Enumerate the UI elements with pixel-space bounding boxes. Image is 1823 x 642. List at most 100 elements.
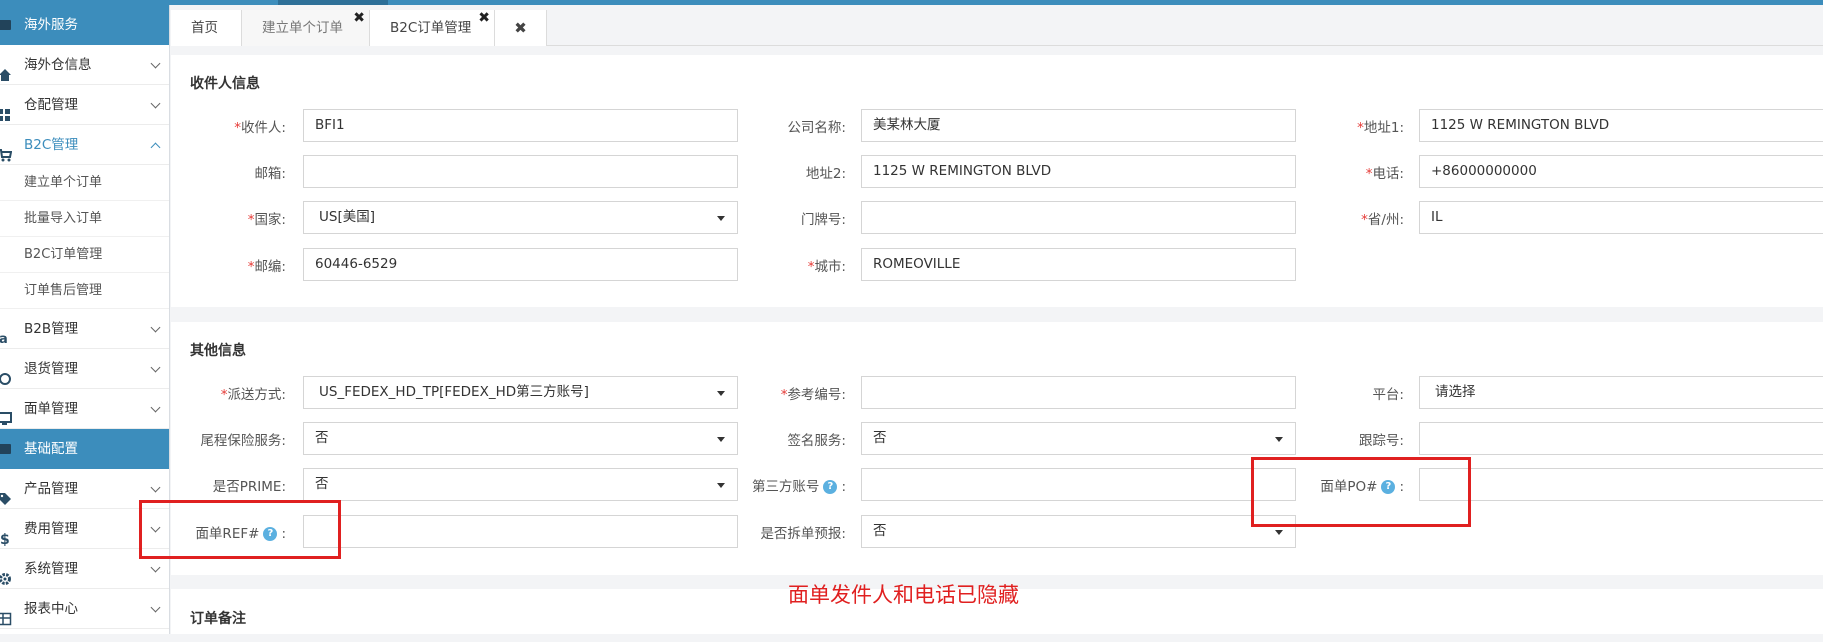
prime-select[interactable]: 否	[303, 468, 738, 501]
label-shipping-method: *派送方式:	[220, 387, 286, 403]
chevron-down-icon	[150, 402, 161, 413]
address2-input[interactable]: 1125 W REMINGTON BLVD	[861, 155, 1296, 188]
sidebar-item-labels[interactable]: 面单管理	[0, 389, 169, 429]
home-icon	[0, 58, 12, 81]
sidebar-item-returns[interactable]: 退货管理	[0, 349, 169, 389]
sidebar-item-b2b[interactable]: a B2B管理	[0, 309, 169, 349]
label-reference-number: *参考编号:	[780, 387, 846, 403]
chevron-up-icon	[150, 142, 161, 153]
house-number-input[interactable]	[861, 201, 1296, 234]
chevron-down-icon	[150, 322, 161, 333]
svg-text:a: a	[0, 332, 8, 346]
country-select[interactable]: US[美国]	[303, 201, 738, 234]
close-all-tabs-button[interactable]: ✖	[495, 10, 547, 46]
company-input[interactable]: 美某林大厦	[861, 109, 1296, 142]
sidebar-section-overseas-service[interactable]: 海外服务	[0, 5, 169, 45]
reference-number-input[interactable]	[861, 376, 1296, 409]
sidebar-subitem-b2c-orders[interactable]: B2C订单管理	[0, 237, 169, 273]
platform-select[interactable]: 请选择	[1419, 376, 1823, 409]
label-po-input[interactable]	[1419, 468, 1823, 501]
city-input[interactable]: ROMEOVILLE	[861, 248, 1296, 281]
recipient-name-input[interactable]: BFI1	[303, 109, 738, 142]
label-email: 邮箱:	[254, 166, 286, 182]
sidebar-item-label: B2C管理	[24, 137, 79, 153]
label-tracking: 跟踪号:	[1358, 433, 1404, 449]
sidebar-item-label: 产品管理	[24, 481, 78, 497]
grid-icon	[0, 98, 12, 121]
sidebar-subitem-after-sales[interactable]: 订单售后管理	[0, 273, 169, 309]
email-input[interactable]	[303, 155, 738, 188]
monitor-icon	[0, 402, 12, 425]
folder-icon	[0, 442, 12, 456]
state-input[interactable]: IL	[1419, 201, 1823, 234]
sidebar-item-label: 海外服务	[24, 17, 78, 33]
help-icon[interactable]: ?	[823, 480, 838, 494]
label-zip: *邮编:	[247, 259, 286, 275]
sidebar-item-reports[interactable]: 报表中心	[0, 589, 169, 629]
label-country: *国家:	[247, 212, 286, 228]
label-phone: *电话:	[1365, 166, 1404, 182]
sidebar-item-overseas-warehouse[interactable]: 海外仓信息	[0, 45, 169, 85]
signature-select[interactable]: 否	[861, 422, 1296, 455]
address1-input[interactable]: 1125 W REMINGTON BLVD	[1419, 109, 1823, 142]
sidebar-subitem-batch-import[interactable]: 批量导入订单	[0, 201, 169, 237]
label-house-number: 门牌号:	[800, 212, 846, 228]
label-recipient: *收件人:	[234, 120, 286, 136]
amazon-icon: a	[0, 322, 12, 347]
tab-home[interactable]: 首页	[171, 10, 242, 46]
chevron-down-icon	[150, 98, 161, 109]
cart-icon	[0, 138, 13, 162]
label-city: *城市:	[807, 259, 846, 275]
sidebar-item-label: 系统管理	[24, 561, 78, 577]
tab-b2c-orders[interactable]: B2C订单管理 ✖	[370, 10, 495, 46]
annotation-highlight-ref	[139, 500, 341, 559]
sidebar-item-b2c[interactable]: B2C管理	[0, 125, 169, 165]
caret-down-icon	[717, 216, 725, 221]
chevron-down-icon	[150, 602, 161, 613]
insurance-select[interactable]: 否	[303, 422, 738, 455]
sidebar-item-label: B2B管理	[24, 321, 79, 337]
annotation-note: 面单发件人和电话已隐藏	[788, 583, 1019, 607]
tracking-input[interactable]	[1419, 422, 1823, 455]
recipient-panel: 收件人信息 *收件人: BFI1 公司名称: 美某林大厦 *地址1: 1125 …	[171, 55, 1823, 307]
zip-input[interactable]: 60446-6529	[303, 248, 738, 281]
caret-down-icon	[717, 437, 725, 442]
close-icon[interactable]: ✖	[478, 0, 490, 36]
phone-input[interactable]: +86000000000	[1419, 155, 1823, 188]
sidebar-item-label: 仓配管理	[24, 97, 78, 113]
sidebar-section-basic-config[interactable]: 基础配置	[0, 429, 169, 469]
gear-icon	[0, 562, 12, 585]
split-order-select[interactable]: 否	[861, 515, 1296, 548]
sidebar-item-label: 费用管理	[24, 521, 78, 537]
third-party-account-input[interactable]	[861, 468, 1296, 501]
sidebar-item-label: 面单管理	[24, 401, 78, 417]
label-state: *省/州:	[1361, 212, 1404, 228]
label-split-order: 是否拆单预报:	[760, 526, 846, 542]
label-company: 公司名称:	[787, 120, 846, 136]
sidebar-item-label: 退货管理	[24, 361, 78, 377]
label-insurance: 尾程保险服务:	[200, 433, 286, 449]
sidebar-item-label: 基础配置	[24, 441, 78, 457]
caret-down-icon	[717, 391, 725, 396]
shipping-method-select[interactable]: US_FEDEX_HD_TP[FEDEX_HD第三方账号]	[303, 376, 738, 409]
table-icon	[0, 602, 12, 626]
top-bar	[0, 0, 1823, 5]
sidebar-item-fulfillment[interactable]: 仓配管理	[0, 85, 169, 125]
close-icon[interactable]: ✖	[353, 0, 365, 36]
section-title-remark: 订单备注	[190, 611, 246, 627]
other-info-panel: 其他信息 *派送方式: US_FEDEX_HD_TP[FEDEX_HD第三方账号…	[171, 322, 1823, 575]
sidebar-item-label: 报表中心	[24, 601, 78, 617]
sidebar-item-label: 海外仓信息	[24, 57, 92, 73]
annotation-highlight-po	[1251, 457, 1471, 527]
label-third-party-account: 第三方账号?:	[751, 479, 846, 495]
sidebar-subitem-create-order[interactable]: 建立单个订单	[0, 165, 169, 201]
chevron-down-icon	[150, 562, 161, 573]
section-title-recipient: 收件人信息	[190, 76, 260, 92]
top-bar-active-segment	[278, 0, 388, 5]
tab-create-order[interactable]: 建立单个订单 ✖	[242, 10, 370, 46]
label-ref-input[interactable]	[303, 515, 738, 548]
label-signature: 签名服务:	[787, 433, 846, 449]
label-prime: 是否PRIME:	[212, 479, 286, 495]
label-platform: 平台:	[1372, 387, 1404, 403]
chevron-down-icon	[150, 362, 161, 373]
